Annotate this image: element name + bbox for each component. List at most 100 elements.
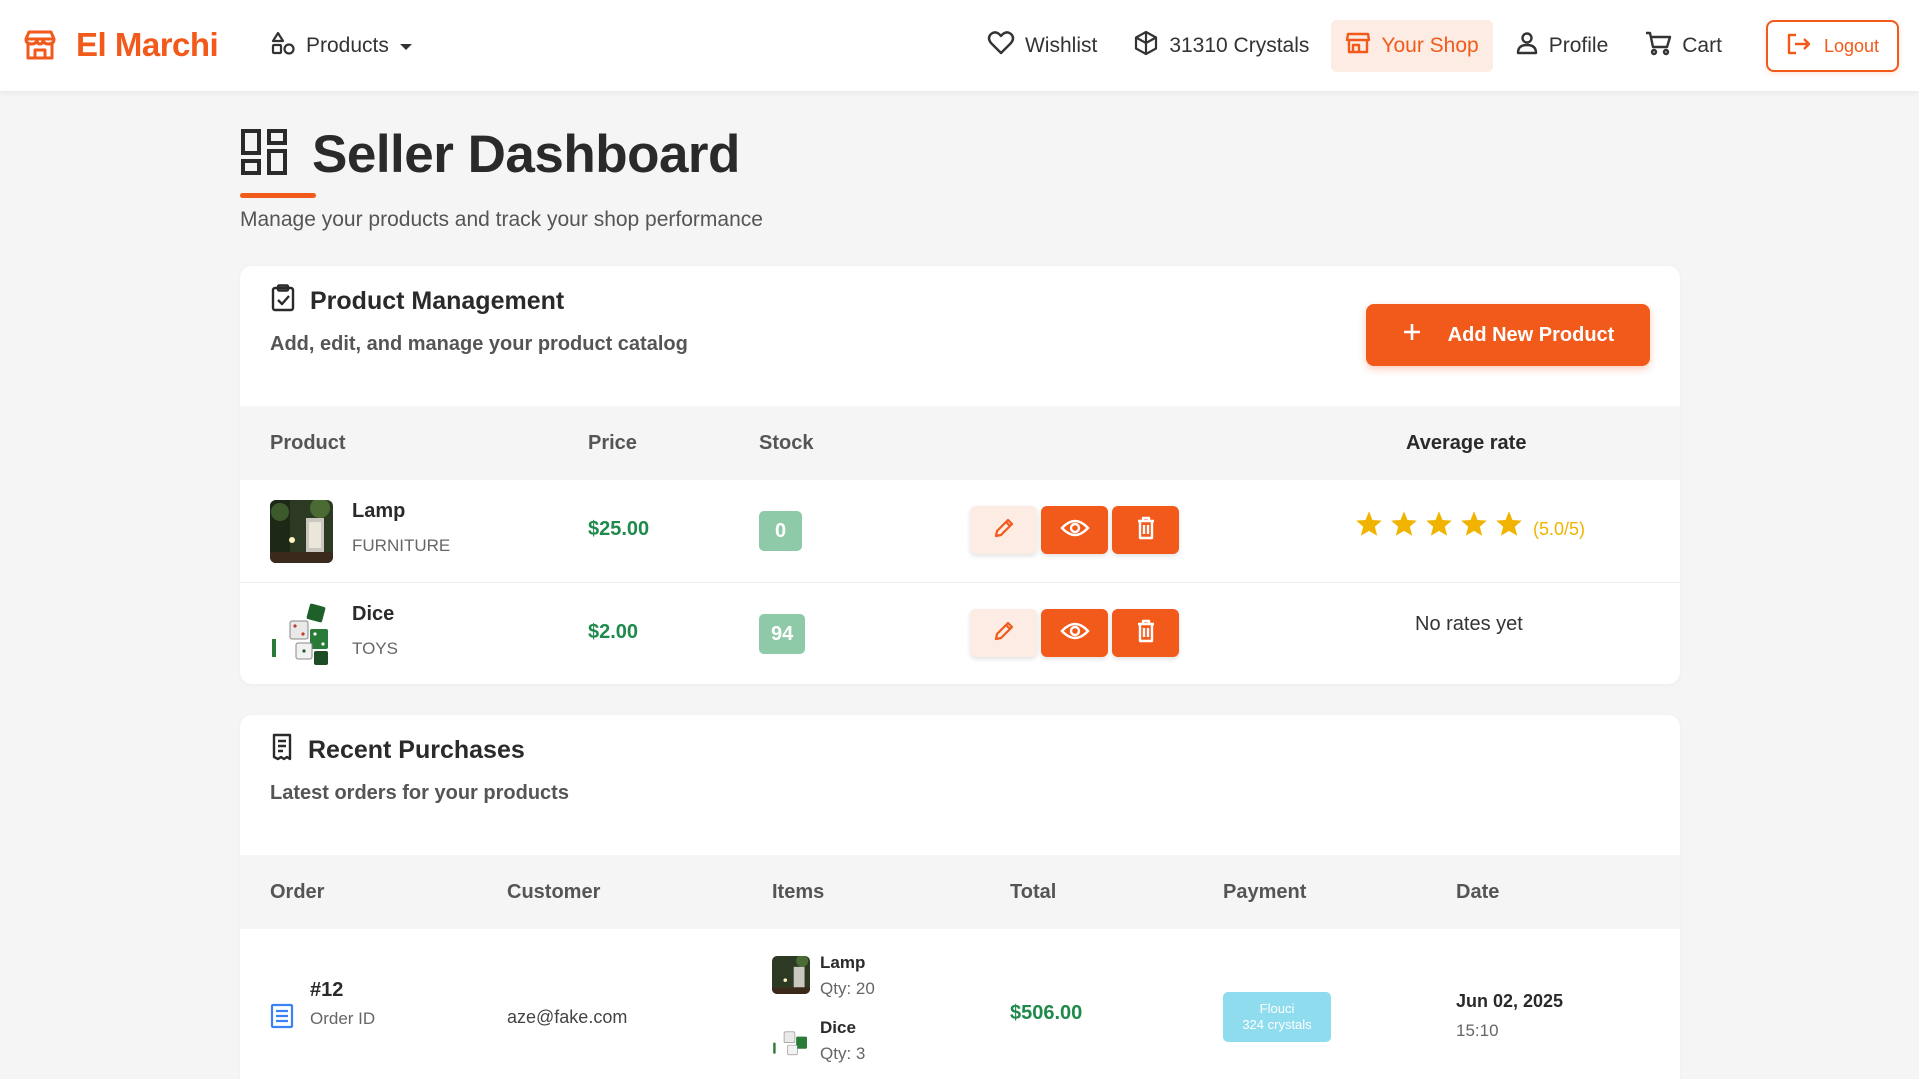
product-category: TOYS xyxy=(352,639,398,658)
recent-purchases-title: Recent Purchases xyxy=(308,736,525,764)
products-icon xyxy=(270,30,296,62)
average-rating: (5.0/5) xyxy=(1355,510,1585,542)
pencil-icon xyxy=(992,619,1016,648)
plus-icon xyxy=(1402,322,1422,348)
product-name: Dice xyxy=(352,603,395,625)
title-underline xyxy=(240,193,316,198)
star-icon xyxy=(1425,510,1453,542)
col-average-rate: Average rate xyxy=(1406,432,1527,454)
product-name: Lamp xyxy=(352,500,406,522)
orders-table-header: Order Customer Items Total Payment Date xyxy=(240,855,1680,929)
product-management-title: Product Management xyxy=(310,287,565,315)
stock-badge: 0 xyxy=(759,511,802,551)
col-date: Date xyxy=(1456,881,1500,903)
brand[interactable]: El Marchi xyxy=(22,26,219,64)
products-table-header: Product Price Stock Average rate xyxy=(240,406,1680,480)
item-image xyxy=(772,956,810,994)
product-image xyxy=(270,603,333,666)
caret-down-icon xyxy=(399,34,413,58)
view-button[interactable] xyxy=(1041,609,1108,657)
col-total: Total xyxy=(1010,881,1057,903)
eye-icon xyxy=(1059,518,1090,543)
heart-icon xyxy=(987,30,1015,62)
eye-icon xyxy=(1059,621,1090,646)
col-price: Price xyxy=(588,432,637,454)
recent-purchases-card: Recent Purchases Latest orders for your … xyxy=(240,715,1680,1079)
trash-icon xyxy=(1136,516,1156,545)
page-title: Seller Dashboard xyxy=(312,125,740,184)
nav-cart[interactable]: Cart xyxy=(1630,20,1736,72)
col-order: Order xyxy=(270,881,325,903)
edit-button[interactable] xyxy=(970,609,1037,657)
order-date: Jun 02, 2025 xyxy=(1456,991,1564,1011)
payment-method: Flouci xyxy=(1259,1001,1295,1016)
edit-button[interactable] xyxy=(970,506,1037,554)
products-label: Products xyxy=(306,34,389,57)
cart-label: Cart xyxy=(1682,34,1722,57)
table-row: Lamp FURNITURE $25.00 0 (5.0/5) xyxy=(240,480,1680,583)
store-icon xyxy=(22,27,58,63)
page-header: Seller Dashboard Manage your products an… xyxy=(240,124,763,232)
profile-label: Profile xyxy=(1548,34,1609,57)
product-management-card: Product Management Add, edit, and manage… xyxy=(240,266,1680,684)
star-icon xyxy=(1355,510,1383,542)
logout-button[interactable]: Logout xyxy=(1765,20,1899,72)
item-qty: Qty: 20 xyxy=(820,979,875,998)
product-price: $2.00 xyxy=(588,621,639,643)
shop-icon xyxy=(1345,31,1371,61)
delete-button[interactable] xyxy=(1112,609,1179,657)
crystal-icon xyxy=(1133,30,1159,62)
order-list-icon xyxy=(270,1003,294,1034)
product-image xyxy=(270,500,333,563)
brand-name: El Marchi xyxy=(76,26,219,63)
item-name: Lamp xyxy=(820,953,866,972)
col-stock: Stock xyxy=(759,432,814,454)
star-icon xyxy=(1495,510,1523,542)
payment-detail: 324 crystals xyxy=(1242,1017,1312,1032)
wishlist-label: Wishlist xyxy=(1024,34,1098,57)
payment-badge: Flouci 324 crystals xyxy=(1223,992,1331,1042)
order-item: Dice Qty: 3 xyxy=(772,1018,865,1064)
add-new-product-button[interactable]: Add New Product xyxy=(1366,304,1650,366)
crystals-label: 31310 Crystals xyxy=(1169,34,1310,57)
rating-value: (5.0/5) xyxy=(1533,518,1586,539)
logout-icon xyxy=(1786,32,1812,61)
product-category: FURNITURE xyxy=(352,536,451,555)
order-id-label: Order ID xyxy=(310,1009,376,1028)
star-icon xyxy=(1390,510,1418,542)
stock-badge: 94 xyxy=(759,614,806,654)
shop-label: Your Shop xyxy=(1381,34,1479,57)
star-icon xyxy=(1460,510,1488,542)
receipt-icon xyxy=(270,733,294,768)
nav-your-shop[interactable]: Your Shop xyxy=(1331,20,1493,72)
item-name: Dice xyxy=(820,1018,856,1037)
item-image xyxy=(772,1021,810,1059)
clipboard-check-icon xyxy=(270,284,296,319)
col-items: Items xyxy=(772,881,825,903)
top-navbar: El Marchi Products Wishlist 31310 Crysta… xyxy=(0,0,1919,91)
logout-label: Logout xyxy=(1823,35,1879,56)
trash-icon xyxy=(1136,619,1156,648)
order-time: 15:10 xyxy=(1456,1021,1499,1040)
person-icon xyxy=(1515,31,1539,61)
table-row: Dice TOYS $2.00 94 No rates yet xyxy=(240,583,1680,684)
delete-button[interactable] xyxy=(1112,506,1179,554)
add-new-product-label: Add New Product xyxy=(1447,323,1615,346)
page-subtitle: Manage your products and track your shop… xyxy=(240,208,763,231)
products-dropdown[interactable]: Products xyxy=(270,30,413,62)
pencil-icon xyxy=(992,516,1016,545)
order-item: Lamp Qty: 20 xyxy=(772,953,875,999)
item-qty: Qty: 3 xyxy=(820,1044,866,1063)
dashboard-icon xyxy=(240,128,288,181)
nav-profile[interactable]: Profile xyxy=(1501,20,1623,72)
product-price: $25.00 xyxy=(588,518,650,540)
recent-purchases-description: Latest orders for your products xyxy=(270,782,569,804)
view-button[interactable] xyxy=(1041,506,1108,554)
customer-email: aze@fake.com xyxy=(507,1007,628,1027)
order-total: $506.00 xyxy=(1010,1002,1083,1024)
cart-icon xyxy=(1644,30,1672,62)
nav-crystals[interactable]: 31310 Crystals xyxy=(1119,20,1323,72)
nav-wishlist[interactable]: Wishlist xyxy=(973,20,1111,72)
no-rates-text: No rates yet xyxy=(1415,613,1523,635)
table-row[interactable]: #12 Order ID aze@fake.com Lamp Qty: 20 D… xyxy=(240,929,1680,1079)
